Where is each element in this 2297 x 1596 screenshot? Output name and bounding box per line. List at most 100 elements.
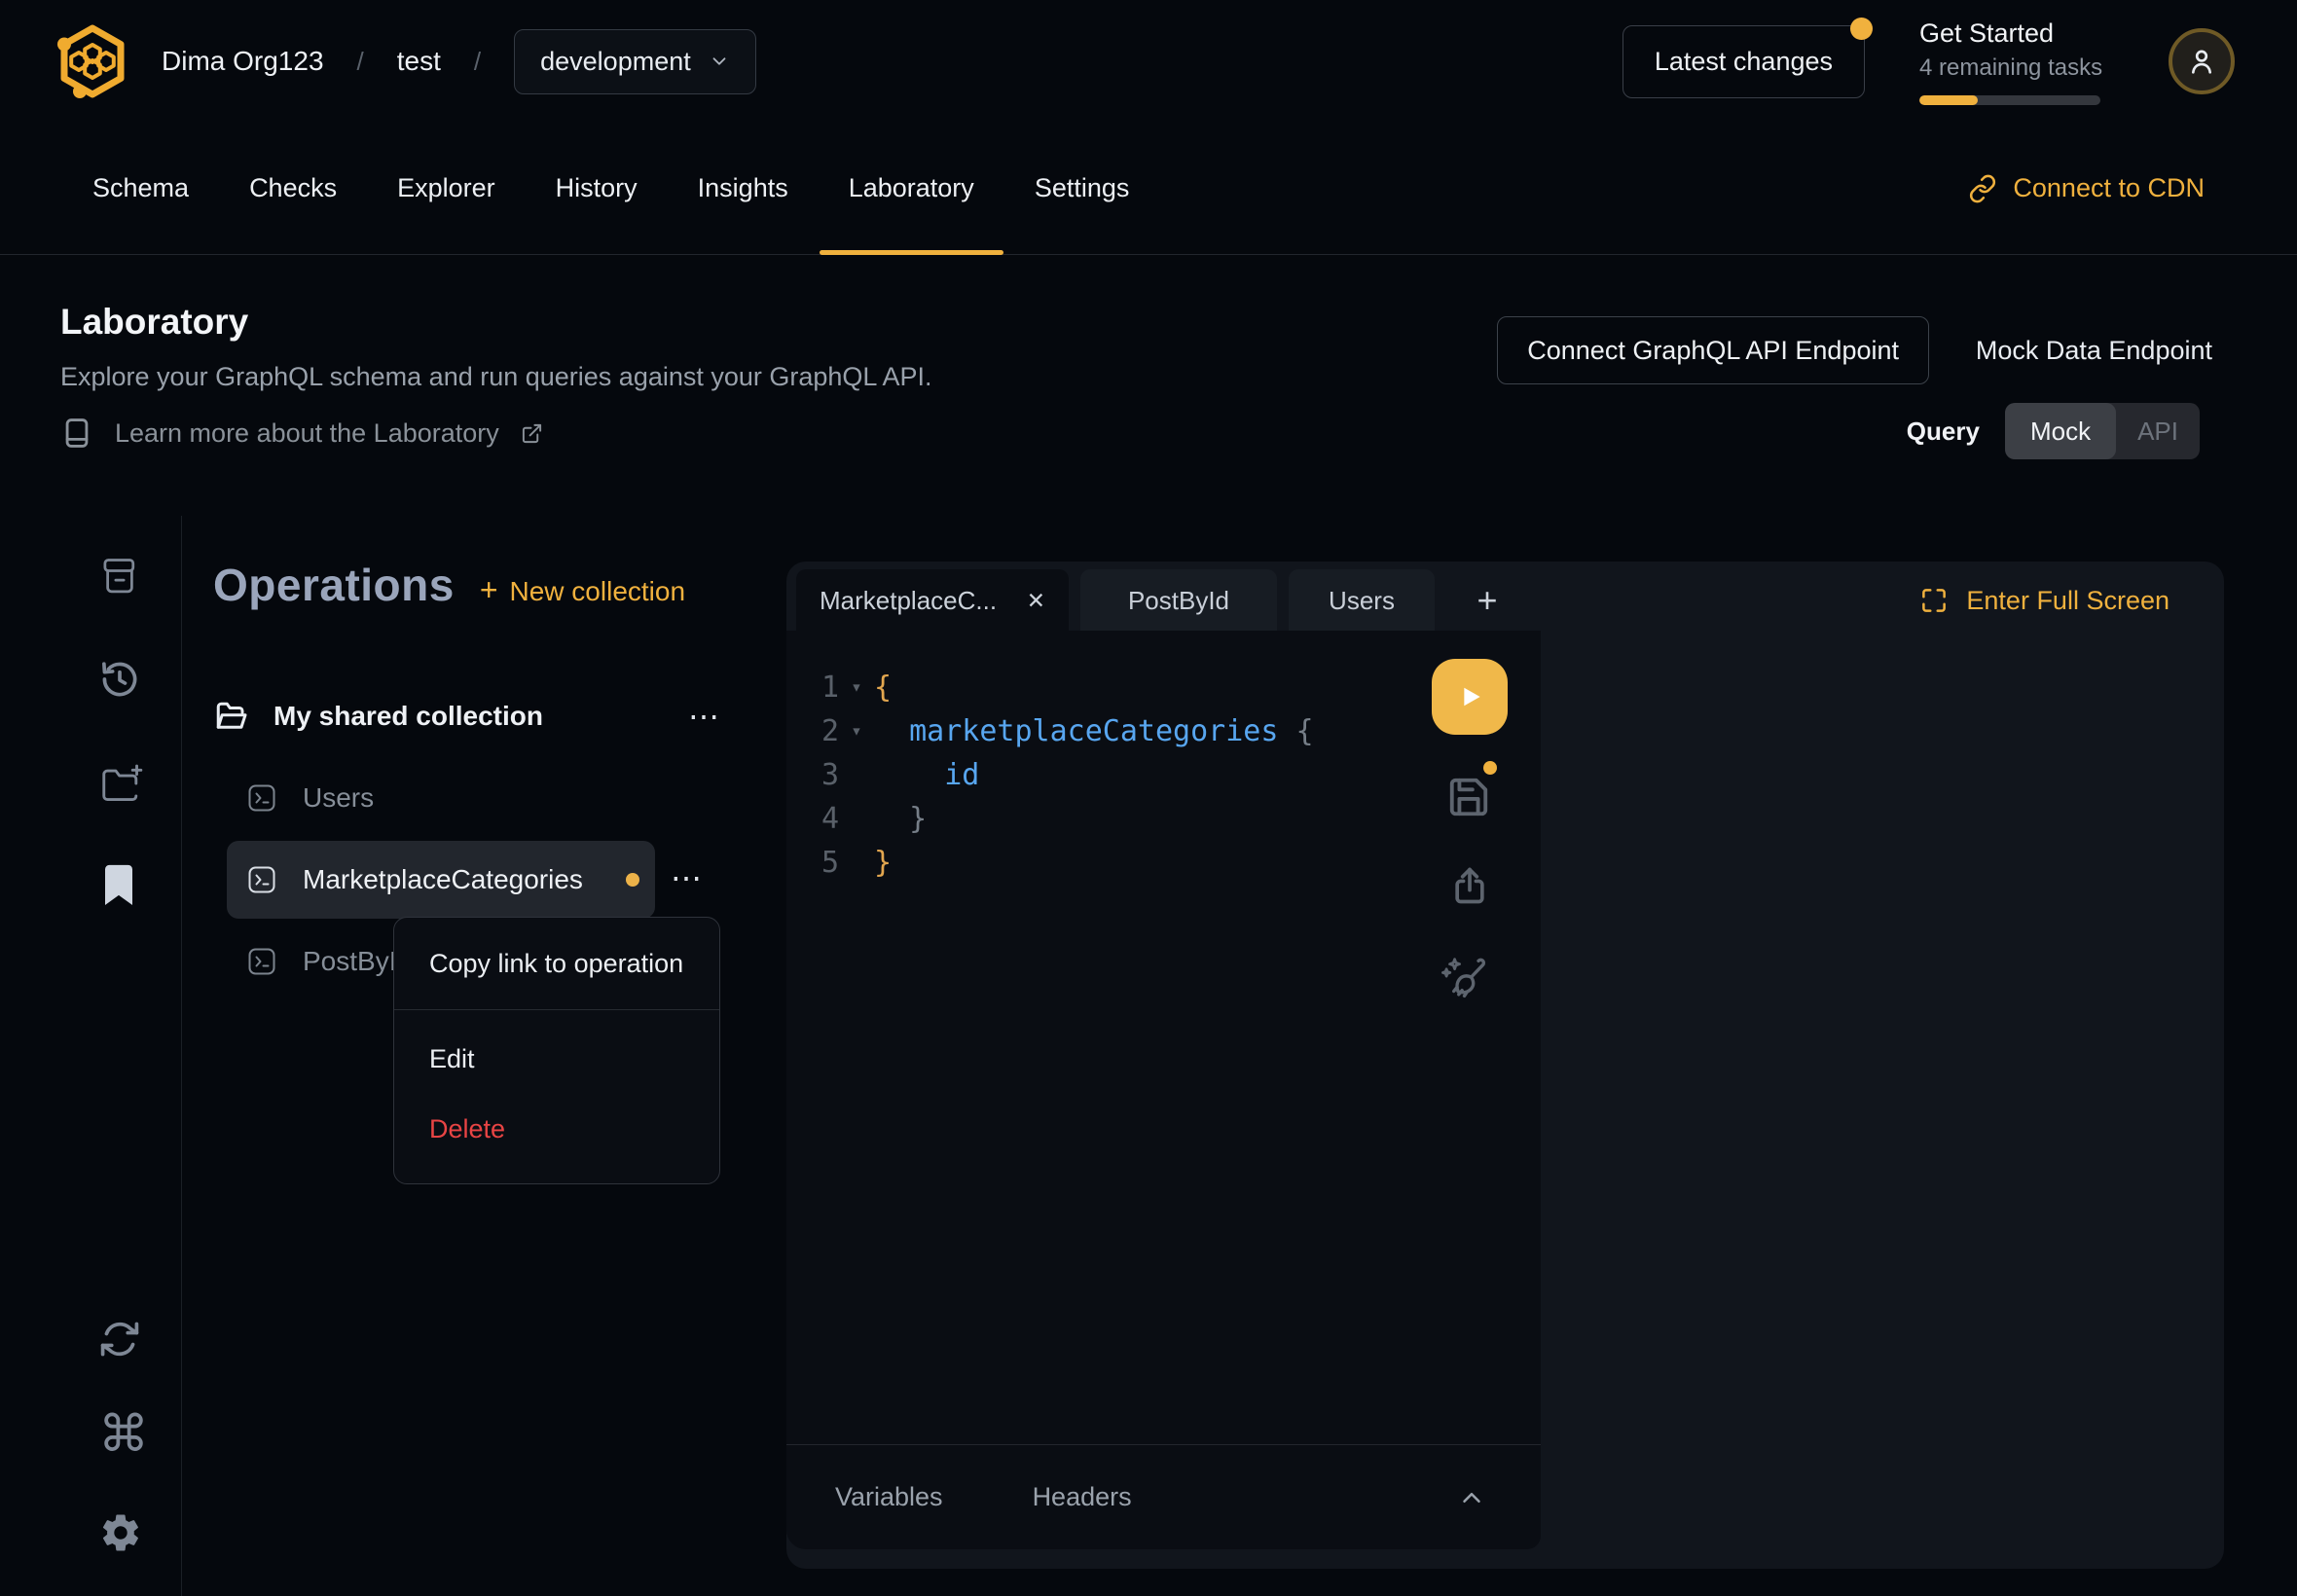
line-number: 4 xyxy=(786,797,839,841)
line-number: 5 xyxy=(786,841,839,885)
variables-tab[interactable]: Variables xyxy=(835,1482,943,1512)
share-icon[interactable] xyxy=(1448,864,1491,907)
operation-terminal-icon xyxy=(246,864,277,895)
folder-plus-icon[interactable] xyxy=(98,761,143,806)
menu-item-copy-link[interactable]: Copy link to operation xyxy=(394,918,719,1009)
breadcrumb-org[interactable]: Dima Org123 xyxy=(162,46,324,77)
external-link-icon xyxy=(521,422,543,445)
run-query-button[interactable] xyxy=(1432,659,1508,735)
page-title: Laboratory xyxy=(60,302,248,343)
gear-icon[interactable] xyxy=(98,1510,143,1555)
new-collection-label: New collection xyxy=(510,576,686,607)
query-editor[interactable]: 1 ▾ { 2 ▾ marketplaceCategories { 3 id 4 xyxy=(786,631,1541,1444)
connect-to-cdn-label: Connect to CDN xyxy=(2013,173,2205,203)
editor-bottom-bar: Variables Headers xyxy=(786,1444,1541,1549)
breadcrumb-graph[interactable]: test xyxy=(397,46,441,77)
tab-checks[interactable]: Checks xyxy=(249,123,337,254)
unsaved-dot xyxy=(626,873,639,887)
link-icon xyxy=(1968,174,1997,203)
get-started-title: Get Started xyxy=(1919,18,2106,49)
get-started-progressbar xyxy=(1919,95,2100,105)
person-icon xyxy=(2186,46,2217,77)
notification-dot xyxy=(1850,18,1873,40)
graphos-logo-icon[interactable] xyxy=(56,23,128,99)
new-collection-button[interactable]: + New collection xyxy=(480,572,685,608)
fold-column xyxy=(839,797,874,841)
editor-panel: MarketplaceC... ✕ PostById Users + Enter… xyxy=(786,562,2224,1569)
tab-explorer[interactable]: Explorer xyxy=(397,123,495,254)
fold-column xyxy=(839,753,874,797)
collection-menu-button[interactable]: ⋯ xyxy=(688,701,723,732)
chevron-down-icon xyxy=(709,51,730,72)
connect-graphql-endpoint-button[interactable]: Connect GraphQL API Endpoint xyxy=(1497,316,1929,384)
variant-dropdown[interactable]: development xyxy=(514,29,756,94)
folder-open-icon xyxy=(213,699,248,734)
enter-fullscreen-label: Enter Full Screen xyxy=(1966,586,2169,616)
code-line: 5 } xyxy=(786,841,1541,885)
code-area: 1 ▾ { 2 ▾ marketplaceCategories { 3 id 4 xyxy=(786,631,1541,885)
toggle-api[interactable]: API xyxy=(2116,403,2200,459)
tab-insights[interactable]: Insights xyxy=(698,123,788,254)
close-tab-icon[interactable]: ✕ xyxy=(1027,588,1045,614)
latest-changes-button[interactable]: Latest changes xyxy=(1622,25,1865,98)
code-line: 3 id xyxy=(786,753,1541,797)
learn-more-link[interactable]: Learn more about the Laboratory xyxy=(60,417,543,450)
history-icon[interactable] xyxy=(98,658,141,701)
headers-tab[interactable]: Headers xyxy=(1033,1482,1132,1512)
play-icon xyxy=(1453,680,1486,713)
operation-item-marketplacecategories[interactable]: MarketplaceCategories ⋯ xyxy=(227,841,655,919)
line-number: 1 xyxy=(786,666,839,709)
fold-arrow-icon[interactable]: ▾ xyxy=(839,666,874,709)
code-line: 1 ▾ { xyxy=(786,666,1541,709)
tab-schema[interactable]: Schema xyxy=(92,123,189,254)
operation-item-users[interactable]: Users xyxy=(227,761,655,835)
clean-broom-icon[interactable] xyxy=(1437,952,1489,1004)
breadcrumb: Dima Org123 / test / development xyxy=(162,29,756,94)
line-number: 2 xyxy=(786,709,839,753)
learn-more-label: Learn more about the Laboratory xyxy=(115,418,499,449)
editor-tab-postbyid[interactable]: PostById xyxy=(1080,569,1277,632)
enter-fullscreen-button[interactable]: Enter Full Screen xyxy=(1919,569,2169,632)
connect-to-cdn-link[interactable]: Connect to CDN xyxy=(1968,173,2205,203)
bookmark-icon[interactable] xyxy=(98,862,139,907)
editor-tab-label: Users xyxy=(1329,586,1395,616)
mock-data-endpoint-button[interactable]: Mock Data Endpoint xyxy=(1976,336,2212,366)
get-started-subtitle: 4 remaining tasks xyxy=(1919,54,2106,82)
fullscreen-icon xyxy=(1919,586,1949,615)
get-started-widget[interactable]: Get Started 4 remaining tasks xyxy=(1919,18,2106,105)
line-number: 3 xyxy=(786,753,839,797)
new-tab-button[interactable]: + xyxy=(1458,569,1516,632)
sync-icon[interactable] xyxy=(98,1318,141,1360)
code-line: 2 ▾ marketplaceCategories { xyxy=(786,709,1541,753)
variant-label: development xyxy=(540,47,691,77)
laboratory-page: Dima Org123 / test / development Latest … xyxy=(0,0,2297,1596)
editor-tab-users[interactable]: Users xyxy=(1289,569,1435,632)
operation-item-label: MarketplaceCategories xyxy=(303,864,583,895)
collection-header[interactable]: My shared collection ⋯ xyxy=(213,687,723,745)
user-avatar[interactable] xyxy=(2169,28,2235,94)
top-header: Dima Org123 / test / development Latest … xyxy=(0,0,2297,123)
collection-name: My shared collection xyxy=(273,701,543,732)
editor-tab-marketplacecategories[interactable]: MarketplaceC... ✕ xyxy=(796,569,1069,632)
query-mode-toggle: Mock API xyxy=(2005,403,2200,459)
menu-item-delete[interactable]: Delete xyxy=(394,1094,719,1164)
operation-terminal-icon xyxy=(246,946,277,977)
query-mode-row: Query Mock API xyxy=(1907,403,2200,459)
menu-item-edit[interactable]: Edit xyxy=(394,1024,719,1094)
tab-laboratory[interactable]: Laboratory xyxy=(849,123,974,254)
chevron-up-icon[interactable] xyxy=(1457,1483,1486,1512)
save-icon[interactable] xyxy=(1446,775,1491,819)
operation-menu-button[interactable]: ⋯ xyxy=(671,862,706,893)
fold-arrow-icon[interactable]: ▾ xyxy=(839,709,874,753)
get-started-progress-fill xyxy=(1919,95,1978,105)
command-icon[interactable]: ⌘ xyxy=(98,1409,149,1460)
unsaved-dot xyxy=(1483,761,1497,775)
tab-settings[interactable]: Settings xyxy=(1035,123,1130,254)
tab-history[interactable]: History xyxy=(556,123,638,254)
query-label: Query xyxy=(1907,417,1980,447)
editor-tab-label: MarketplaceC... xyxy=(820,586,997,616)
book-icon xyxy=(60,417,93,450)
schema-box-icon[interactable] xyxy=(98,555,141,598)
toggle-mock[interactable]: Mock xyxy=(2005,403,2116,459)
fold-column xyxy=(839,841,874,885)
